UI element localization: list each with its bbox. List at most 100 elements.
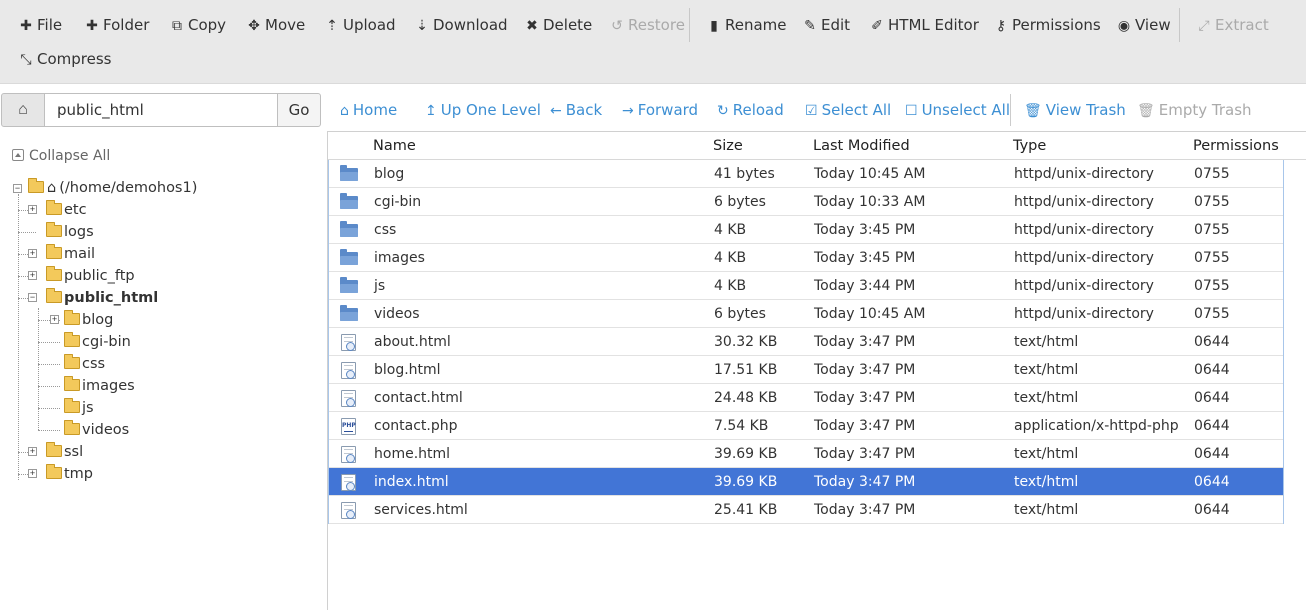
- cell-perms: 0755: [1194, 250, 1230, 266]
- select-all-label: Select All: [821, 101, 892, 119]
- php-file-icon: PHP: [340, 418, 358, 435]
- tree-item-logs[interactable]: logs: [46, 222, 94, 242]
- table-row[interactable]: about.html 30.32 KB Today 3:47 PM text/html…: [329, 328, 1283, 356]
- table-row[interactable]: videos 6 bytes Today 10:45 AM httpd/unix-di…: [329, 300, 1283, 328]
- move-button[interactable]: ✥ Move: [246, 11, 305, 39]
- view-trash-link[interactable]: 🗑 View Trash: [1024, 96, 1126, 124]
- go-button[interactable]: Go: [277, 93, 321, 127]
- back-label: Back: [565, 101, 603, 119]
- view-trash-label: View Trash: [1045, 101, 1126, 119]
- html-file-icon: [340, 390, 358, 407]
- download-label: Download: [433, 16, 508, 34]
- collapse-toggle[interactable]: −: [28, 293, 37, 302]
- cell-modified: Today 3:47 PM: [814, 362, 916, 378]
- table-row[interactable]: home.html 39.69 KB Today 3:47 PM text/html 0…: [329, 440, 1283, 468]
- table-row[interactable]: blog 41 bytes Today 10:45 AM httpd/unix-dir…: [329, 160, 1283, 188]
- refresh-icon: ↻: [717, 103, 729, 119]
- tree-item-etc[interactable]: etc: [46, 200, 87, 220]
- file-icon: ▮: [710, 18, 718, 34]
- tree-item-label: etc: [64, 202, 87, 218]
- tree-root[interactable]: ⌂ (/home/demohos1): [28, 178, 197, 198]
- cell-perms: 0755: [1194, 306, 1230, 322]
- cell-name: js: [374, 278, 386, 294]
- reload-link[interactable]: ↻ Reload: [717, 96, 784, 124]
- expand-toggle[interactable]: +: [50, 315, 59, 324]
- permissions-button[interactable]: ⚷ Permissions: [993, 11, 1101, 39]
- unselect-all-link[interactable]: ☐ Unselect All: [905, 96, 1010, 124]
- tree-item-ssl[interactable]: ssl: [46, 442, 83, 462]
- table-row[interactable]: contact.html 24.48 KB Today 3:47 PM text/ht…: [329, 384, 1283, 412]
- cell-size: 30.32 KB: [714, 334, 778, 350]
- tree-item-blog[interactable]: blog: [64, 310, 113, 330]
- column-header-permissions[interactable]: Permissions: [1193, 132, 1279, 160]
- column-header-name[interactable]: Name: [373, 132, 416, 160]
- tree-connector: [38, 408, 60, 409]
- expand-toggle[interactable]: +: [28, 447, 37, 456]
- cell-perms: 0644: [1194, 502, 1230, 518]
- expand-icon: ⤢: [1198, 18, 1210, 34]
- folder-icon: [64, 354, 80, 369]
- expand-toggle[interactable]: +: [28, 469, 37, 478]
- file-button[interactable]: ✚ File: [18, 11, 62, 39]
- column-header-size[interactable]: Size: [713, 132, 743, 160]
- home-button[interactable]: ⌂: [1, 93, 45, 127]
- column-header-type[interactable]: Type: [1013, 132, 1046, 160]
- home-link[interactable]: ⌂ Home: [340, 96, 397, 124]
- tree-item-cgi-bin[interactable]: cgi-bin: [64, 332, 131, 352]
- forward-link[interactable]: → Forward: [622, 96, 698, 124]
- tree-item-js[interactable]: js: [64, 398, 94, 418]
- expand-toggle[interactable]: +: [28, 249, 37, 258]
- tree-item-images[interactable]: images: [64, 376, 135, 396]
- tree-item-tmp[interactable]: tmp: [46, 464, 93, 484]
- table-row[interactable]: index.html 39.69 KB Today 3:47 PM text/html…: [329, 468, 1283, 496]
- up-link[interactable]: ↥ Up One Level: [425, 96, 541, 124]
- html-editor-button[interactable]: ✐ HTML Editor: [869, 11, 979, 39]
- view-button[interactable]: ◉ View: [1116, 11, 1171, 39]
- html-file-icon-glyph: [341, 362, 356, 379]
- unselect-all-label: Unselect All: [921, 101, 1010, 119]
- tree-item-css[interactable]: css: [64, 354, 105, 374]
- table-row[interactable]: cgi-bin 6 bytes Today 10:33 AM httpd/unix-d…: [329, 188, 1283, 216]
- copy-button[interactable]: ⧉ Copy: [169, 11, 226, 39]
- expand-toggle[interactable]: +: [28, 205, 37, 214]
- tree-item-label: public_html: [64, 290, 159, 306]
- tree-item-videos[interactable]: videos: [64, 420, 129, 440]
- table-row[interactable]: PHP contact.php 7.54 KB Today 3:47 PM applic…: [329, 412, 1283, 440]
- table-row[interactable]: blog.html 17.51 KB Today 3:47 PM text/html 0…: [329, 356, 1283, 384]
- table-row[interactable]: js 4 KB Today 3:44 PM httpd/unix-directory 0…: [329, 272, 1283, 300]
- collapse-all-link[interactable]: Collapse All: [12, 148, 110, 164]
- cell-name: blog: [374, 166, 405, 182]
- path-input[interactable]: [44, 93, 278, 127]
- cell-perms: 0644: [1194, 474, 1230, 490]
- tree-item-public-ftp[interactable]: public_ftp: [46, 266, 135, 286]
- cell-perms: 0644: [1194, 446, 1230, 462]
- tree-item-public-html[interactable]: public_html: [46, 288, 158, 308]
- tree-root-label: (/home/demohos1): [59, 180, 198, 196]
- column-header-last-modified[interactable]: Last Modified: [813, 132, 910, 160]
- level-up-icon: ↥: [425, 103, 437, 119]
- checkbox-checked-icon: ☑: [805, 103, 818, 119]
- table-row[interactable]: images 4 KB Today 3:45 PM httpd/unix-direct…: [329, 244, 1283, 272]
- tree-connector: [38, 342, 60, 343]
- cell-modified: Today 3:47 PM: [814, 502, 916, 518]
- reload-label: Reload: [732, 101, 784, 119]
- download-button[interactable]: ⇣ Download: [414, 11, 508, 39]
- arrow-left-icon: ←: [550, 103, 562, 119]
- folder-button[interactable]: ✚ Folder: [84, 11, 149, 39]
- delete-button[interactable]: ✖ Delete: [524, 11, 592, 39]
- table-row[interactable]: css 4 KB Today 3:45 PM httpd/unix-directory…: [329, 216, 1283, 244]
- tree-item-mail[interactable]: mail: [46, 244, 95, 264]
- edit-button[interactable]: ✎ Edit: [802, 11, 850, 39]
- tree-connector: [38, 386, 60, 387]
- cell-size: 6 bytes: [714, 194, 766, 210]
- collapse-toggle[interactable]: −: [13, 184, 22, 193]
- expand-toggle[interactable]: +: [28, 271, 37, 280]
- cell-type: httpd/unix-directory: [1014, 194, 1154, 210]
- select-all-link[interactable]: ☑ Select All: [805, 96, 891, 124]
- upload-button[interactable]: ⇡ Upload: [324, 11, 395, 39]
- rename-button[interactable]: ▮ Rename: [706, 11, 786, 39]
- back-link[interactable]: ← Back: [550, 96, 602, 124]
- permissions-label: Permissions: [1012, 16, 1101, 34]
- table-row[interactable]: services.html 25.41 KB Today 3:47 PM text/h…: [329, 496, 1283, 524]
- compress-button[interactable]: ⤡ Compress: [18, 45, 111, 73]
